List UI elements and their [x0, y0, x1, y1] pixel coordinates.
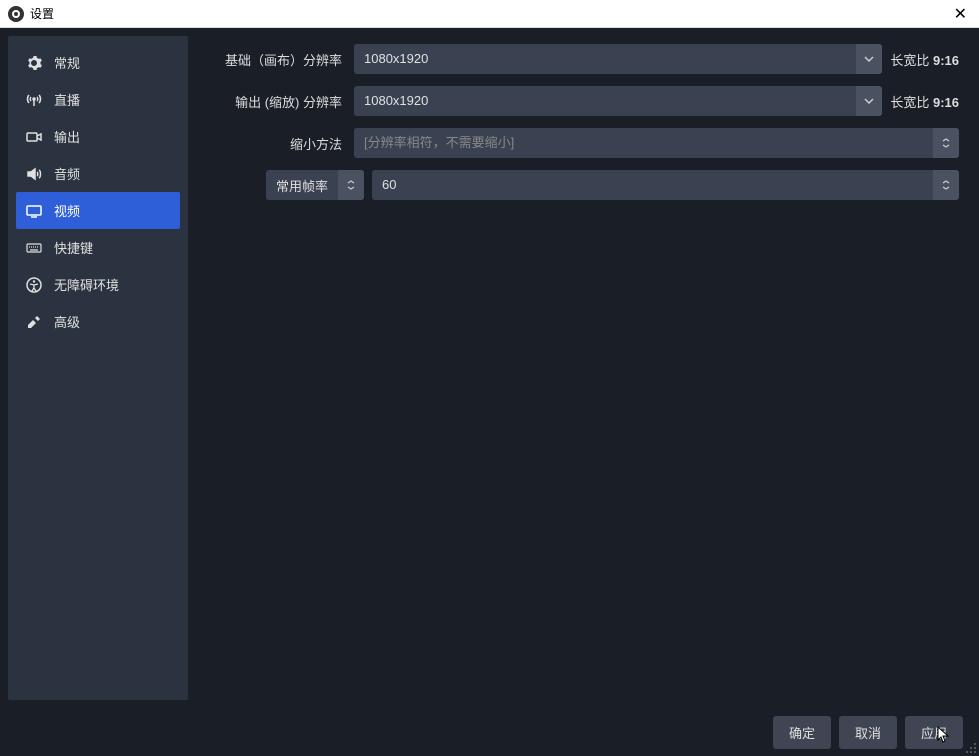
sidebar-item-label: 无障碍环境 [54, 275, 119, 294]
chevron-down-icon[interactable] [856, 44, 882, 74]
sidebar-item-accessibility[interactable]: 无障碍环境 [16, 266, 180, 303]
sidebar-item-label: 常规 [54, 53, 80, 72]
speaker-icon [26, 166, 42, 182]
sidebar-item-label: 高级 [54, 312, 80, 331]
fps-type-combo[interactable]: 常用帧率 [266, 170, 364, 200]
base-resolution-row: 基础（画布）分辨率 1080x1920 长宽比 9:16 [204, 44, 959, 74]
spinner-icon[interactable] [933, 170, 959, 200]
chevron-down-icon[interactable] [856, 86, 882, 116]
window-title: 设置 [30, 5, 54, 22]
cancel-button[interactable]: 取消 [839, 716, 897, 749]
base-aspect-label: 长宽比 9:16 [890, 50, 959, 69]
sidebar-item-advanced[interactable]: 高级 [16, 303, 180, 340]
antenna-icon [26, 92, 42, 108]
sidebar: 常规 直播 输出 音频 视频 [8, 36, 188, 700]
keyboard-icon [26, 240, 42, 256]
downscale-value: [分辨率相符，不需要缩小] [354, 128, 933, 158]
sidebar-item-output[interactable]: 输出 [16, 118, 180, 155]
sidebar-item-hotkeys[interactable]: 快捷键 [16, 229, 180, 266]
output-aspect-label: 长宽比 9:16 [890, 92, 959, 111]
app-icon [8, 6, 24, 22]
output-resolution-value: 1080x1920 [354, 86, 856, 116]
footer: 确定 取消 应用 [0, 708, 979, 756]
sidebar-item-audio[interactable]: 音频 [16, 155, 180, 192]
base-resolution-label: 基础（画布）分辨率 [204, 50, 354, 69]
sidebar-item-label: 音频 [54, 164, 80, 183]
resize-grip-icon[interactable] [965, 742, 977, 754]
base-resolution-value: 1080x1920 [354, 44, 856, 74]
downscale-combo[interactable]: [分辨率相符，不需要缩小] [354, 128, 959, 158]
sidebar-item-label: 直播 [54, 90, 80, 109]
base-resolution-combo[interactable]: 1080x1920 [354, 44, 882, 74]
sidebar-item-general[interactable]: 常规 [16, 44, 180, 81]
main-area: 常规 直播 输出 音频 视频 [0, 28, 979, 708]
spinner-icon[interactable] [933, 128, 959, 158]
apply-button[interactable]: 应用 [905, 716, 963, 749]
output-icon [26, 129, 42, 145]
spinner-icon[interactable] [338, 170, 364, 200]
sidebar-item-video[interactable]: 视频 [16, 192, 180, 229]
output-resolution-combo[interactable]: 1080x1920 [354, 86, 882, 116]
accessibility-icon [26, 277, 42, 293]
gear-icon [26, 55, 42, 71]
video-settings-panel: 基础（画布）分辨率 1080x1920 长宽比 9:16 输出 (缩放) 分辨率… [196, 28, 979, 708]
fps-value: 60 [372, 170, 933, 200]
fps-row: 常用帧率 60 [204, 170, 959, 200]
sidebar-item-label: 输出 [54, 127, 80, 146]
sidebar-item-label: 快捷键 [54, 238, 93, 257]
title-bar: 设置 ✕ [0, 0, 979, 28]
sidebar-item-label: 视频 [54, 201, 80, 220]
output-resolution-row: 输出 (缩放) 分辨率 1080x1920 长宽比 9:16 [204, 86, 959, 116]
fps-type-label: 常用帧率 [266, 176, 338, 195]
downscale-row: 缩小方法 [分辨率相符，不需要缩小] [204, 128, 959, 158]
sidebar-item-stream[interactable]: 直播 [16, 81, 180, 118]
tools-icon [26, 314, 42, 330]
ok-button[interactable]: 确定 [773, 716, 831, 749]
monitor-icon [26, 203, 42, 219]
downscale-label: 缩小方法 [204, 134, 354, 153]
output-resolution-label: 输出 (缩放) 分辨率 [204, 92, 354, 111]
close-button[interactable]: ✕ [950, 4, 971, 24]
fps-value-combo[interactable]: 60 [372, 170, 959, 200]
